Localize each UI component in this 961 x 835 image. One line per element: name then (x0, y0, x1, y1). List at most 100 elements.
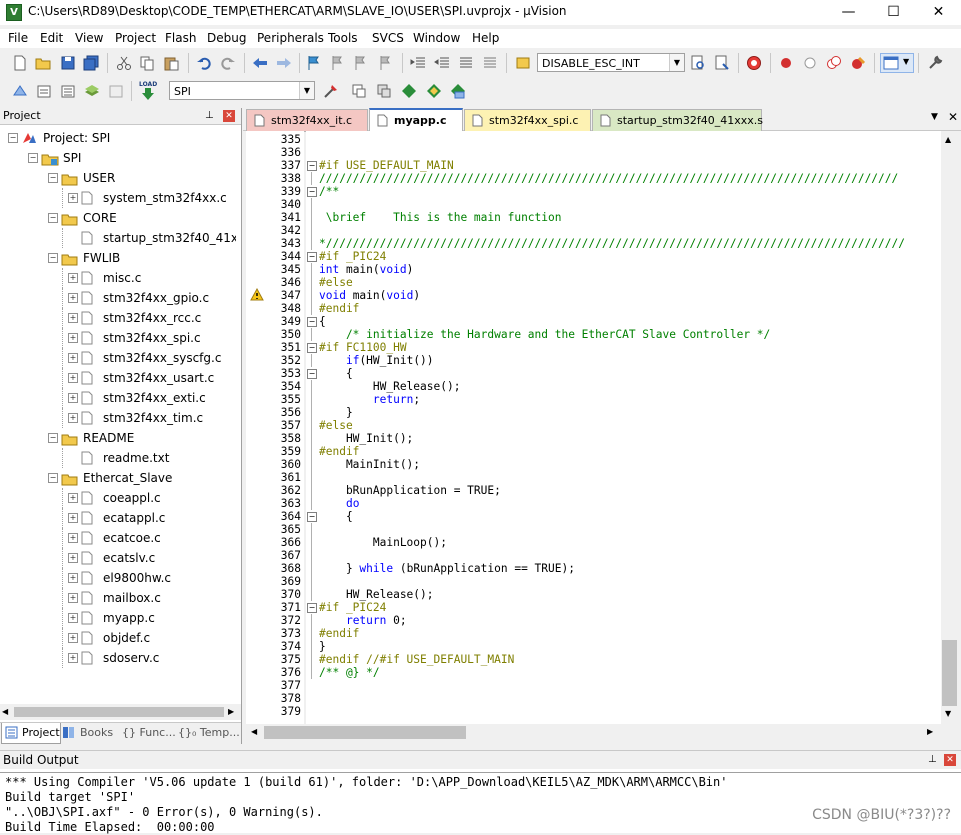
collapse-icon[interactable]: − (48, 253, 58, 263)
copy-icon[interactable] (139, 55, 155, 71)
rebuild-icon[interactable] (60, 83, 76, 99)
expand-icon[interactable]: + (68, 413, 78, 423)
options-for-target-icon[interactable] (323, 83, 339, 99)
disable-all-breakpoints-icon[interactable] (826, 55, 842, 71)
tab-list-dropdown-icon[interactable]: ▼ (931, 112, 938, 122)
collapse-icon[interactable]: − (48, 433, 58, 443)
stop-build-icon[interactable] (108, 83, 124, 99)
tab-startup-stm32f40-41xxx-s[interactable]: startup_stm32f40_41xxx.s (592, 109, 763, 132)
fold-toggle-icon[interactable]: − (307, 187, 317, 197)
expand-icon[interactable]: + (68, 373, 78, 383)
fold-toggle-icon[interactable]: − (307, 252, 317, 262)
open-folder-icon[interactable] (35, 55, 51, 71)
save-all-icon[interactable] (83, 55, 99, 71)
expand-icon[interactable]: + (68, 533, 78, 543)
new-file-icon[interactable] (12, 55, 28, 71)
window-layout-button[interactable]: ▼ (880, 53, 914, 73)
file-extensions-icon[interactable] (351, 83, 367, 99)
expand-icon[interactable]: + (68, 273, 78, 283)
vscroll-thumb[interactable] (942, 640, 957, 706)
batch-build-icon[interactable] (84, 83, 100, 99)
fold-toggle-icon[interactable]: − (307, 343, 317, 353)
build-icon[interactable] (36, 83, 52, 99)
cut-icon[interactable] (116, 55, 132, 71)
scroll-right-icon[interactable]: ▶ (927, 727, 933, 736)
expand-icon[interactable]: + (68, 293, 78, 303)
kill-breakpoints-icon[interactable] (850, 55, 866, 71)
comment-icon[interactable] (458, 55, 474, 71)
tab-templates[interactable]: {}₀ Temp... (178, 725, 240, 743)
manage-components-icon[interactable] (376, 83, 392, 99)
target-combo[interactable]: SPI ▼ (169, 81, 315, 100)
close-panel-icon[interactable]: ✕ (223, 110, 235, 122)
expand-icon[interactable]: + (68, 613, 78, 623)
pack-installer-icon[interactable] (401, 83, 417, 99)
fold-toggle-icon[interactable]: − (307, 603, 317, 613)
menu-peripherals[interactable]: Peripherals (257, 31, 324, 45)
expand-icon[interactable]: + (68, 333, 78, 343)
menu-svcs[interactable]: SVCS (372, 31, 404, 45)
collapse-icon[interactable]: − (48, 173, 58, 183)
expand-icon[interactable]: + (68, 513, 78, 523)
tab-myapp-c[interactable]: myapp.c (369, 108, 463, 132)
expand-icon[interactable]: + (68, 633, 78, 643)
pin-icon[interactable]: ⊥ (205, 108, 214, 124)
prev-bookmark-icon[interactable] (330, 55, 346, 71)
scroll-left-icon[interactable]: ◀ (251, 727, 257, 736)
collapse-icon[interactable]: − (8, 133, 18, 143)
uncomment-icon[interactable] (482, 55, 498, 71)
configure-wrench-icon[interactable] (927, 55, 943, 71)
define-combo[interactable]: DISABLE_ESC_INT ▼ (537, 53, 685, 72)
minimize-button[interactable]: — (826, 0, 871, 25)
menu-project[interactable]: Project (115, 31, 156, 45)
find-in-files-icon[interactable] (515, 55, 531, 71)
close-tab-icon[interactable]: ✕ (948, 110, 958, 124)
chevron-down-icon[interactable]: ▼ (299, 82, 314, 99)
maximize-button[interactable]: ☐ (871, 0, 916, 25)
close-panel-icon[interactable]: ✕ (944, 754, 956, 766)
tab-functions[interactable]: {} Func... (122, 725, 178, 743)
nav-back-icon[interactable] (252, 55, 268, 71)
find-icon[interactable] (690, 55, 706, 71)
save-icon[interactable] (60, 55, 76, 71)
menu-flash[interactable]: Flash (165, 31, 196, 45)
editor-vscrollbar[interactable]: ▲ ▼ (941, 131, 958, 724)
scroll-right-icon[interactable]: ▶ (228, 707, 234, 716)
redo-icon[interactable] (220, 55, 236, 71)
disable-breakpoint-icon[interactable] (802, 55, 818, 71)
nav-forward-icon[interactable] (276, 55, 292, 71)
expand-icon[interactable]: + (68, 493, 78, 503)
expand-icon[interactable]: + (68, 193, 78, 203)
editor-hscrollbar[interactable]: ◀ ▶ (246, 724, 958, 741)
expand-icon[interactable]: + (68, 653, 78, 663)
menu-file[interactable]: File (8, 31, 28, 45)
pin-icon[interactable]: ⊥ (928, 751, 937, 769)
tab-stm32f4xx-spi-c[interactable]: stm32f4xx_spi.c (464, 109, 591, 132)
tab-books[interactable]: Books (62, 725, 118, 743)
expand-icon[interactable]: + (68, 593, 78, 603)
expand-icon[interactable]: + (68, 353, 78, 363)
fold-toggle-icon[interactable]: − (307, 161, 317, 171)
expand-icon[interactable]: + (68, 313, 78, 323)
tab-stm32f4xx-it-c[interactable]: stm32f4xx_it.c (246, 109, 368, 132)
chevron-down-icon[interactable]: ▼ (669, 54, 684, 71)
translate-icon[interactable] (12, 83, 28, 99)
collapse-icon[interactable]: − (28, 153, 38, 163)
scroll-up-icon[interactable]: ▲ (945, 135, 951, 144)
tree-hscrollbar[interactable]: ◀ ▶ (0, 704, 241, 720)
rte-icon[interactable] (450, 83, 466, 99)
expand-icon[interactable]: + (68, 393, 78, 403)
fold-toggle-icon[interactable]: − (307, 369, 317, 379)
menu-debug[interactable]: Debug (207, 31, 246, 45)
menu-edit[interactable]: Edit (40, 31, 63, 45)
tab-project[interactable]: Project (1, 723, 61, 744)
bookmark-icon[interactable] (306, 55, 322, 71)
build-output-text[interactable]: *** Using Compiler 'V5.06 update 1 (buil… (0, 772, 961, 834)
fold-toggle-icon[interactable]: − (307, 317, 317, 327)
clear-bookmarks-icon[interactable] (378, 55, 394, 71)
collapse-icon[interactable]: − (48, 213, 58, 223)
next-bookmark-icon[interactable] (353, 55, 369, 71)
insert-breakpoint-icon[interactable] (778, 55, 794, 71)
menu-help[interactable]: Help (472, 31, 499, 45)
indent-icon[interactable] (410, 55, 426, 71)
